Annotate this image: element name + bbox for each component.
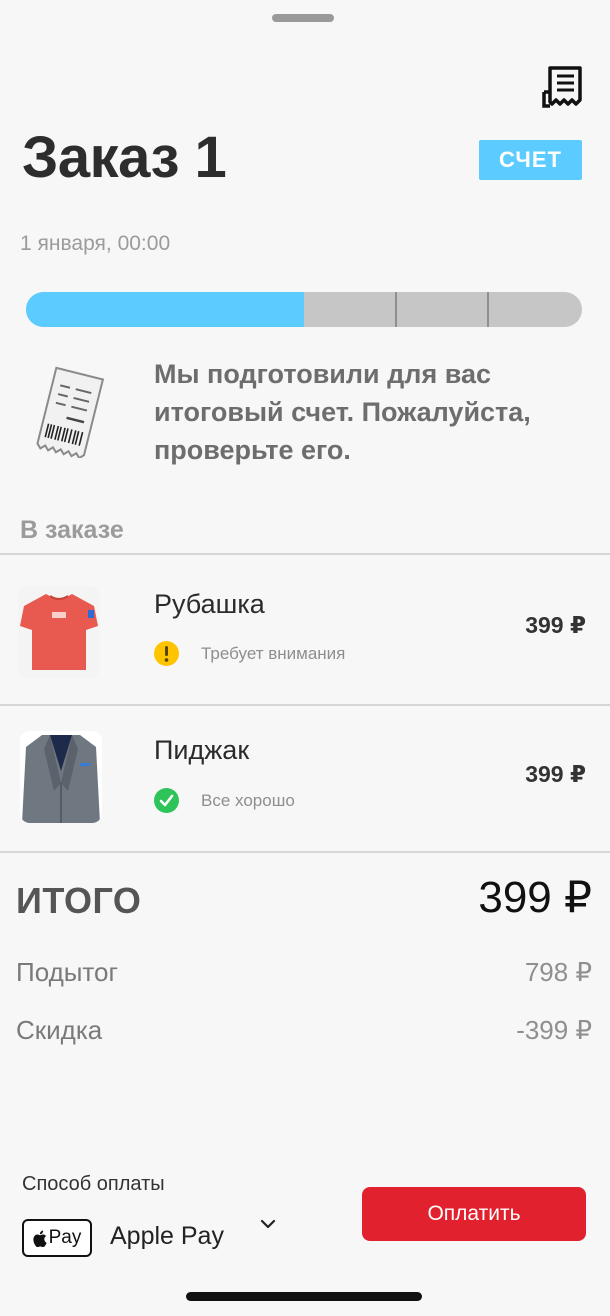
- pay-button[interactable]: Оплатить: [362, 1187, 586, 1241]
- subtotal-label: Подытог: [16, 957, 118, 987]
- item-name: Пиджак: [154, 735, 250, 765]
- section-title: В заказе: [20, 516, 124, 544]
- apple-pay-badge-text: Pay: [48, 1227, 82, 1248]
- list-item-jacket[interactable]: Пиджак Все хорошо 399 ₽: [0, 706, 610, 851]
- receipt-illustration-icon: [28, 366, 108, 460]
- receipt-icon[interactable]: [540, 62, 584, 110]
- item-price: 399 ₽: [525, 761, 586, 787]
- apple-logo-icon: [33, 1230, 47, 1247]
- total-value: 399 ₽: [478, 873, 592, 922]
- invoice-message: Мы подготовили для вас итоговый счет. По…: [154, 359, 531, 465]
- total-label: ИТОГО: [16, 880, 142, 921]
- payment-method-name[interactable]: Apple Pay: [110, 1222, 224, 1251]
- subtotal-value: 798 ₽: [524, 957, 592, 987]
- chevron-down-icon[interactable]: [258, 1216, 278, 1232]
- status-text: Требует внимания: [201, 643, 346, 663]
- progress-divider: [487, 292, 489, 327]
- list-item-shirt[interactable]: Рубашка Требует внимания 399 ₽: [0, 555, 610, 704]
- order-progress-bar: [26, 292, 582, 327]
- discount-value: -399 ₽: [516, 1015, 592, 1045]
- discount-label: Скидка: [16, 1015, 103, 1045]
- progress-divider: [395, 292, 397, 327]
- order-date: 1 января, 00:00: [20, 232, 171, 255]
- warning-icon: [154, 641, 179, 666]
- item-status: Все хорошо: [154, 788, 295, 813]
- item-status: Требует внимания: [154, 641, 345, 666]
- status-text: Все хорошо: [201, 790, 295, 810]
- progress-fill: [26, 292, 304, 327]
- sheet-grabber[interactable]: [272, 14, 334, 22]
- item-name: Рубашка: [154, 589, 265, 619]
- home-indicator: [186, 1292, 422, 1301]
- order-title: Заказ 1: [22, 125, 227, 190]
- apple-pay-badge[interactable]: Pay: [22, 1219, 92, 1257]
- payment-method-label: Способ оплаты: [22, 1173, 165, 1195]
- check-icon: [154, 788, 179, 813]
- item-price: 399 ₽: [525, 612, 586, 638]
- shirt-image: [18, 586, 100, 678]
- jacket-image: [20, 731, 102, 823]
- divider: [0, 851, 610, 853]
- invoice-badge: СЧЕТ: [479, 140, 582, 180]
